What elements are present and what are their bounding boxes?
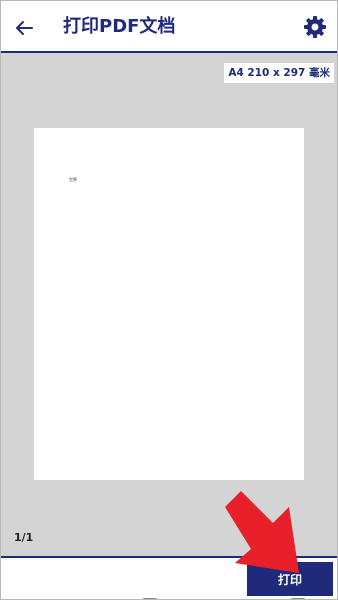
arrow-left-icon [16,21,33,35]
gear-icon [304,16,326,38]
app-screen: 打印PDF文档 A4 210 x 297 毫米 世界 1/1 打印 [0,0,338,600]
sheet-text: 世界 [69,177,77,182]
paper-size-badge: A4 210 x 297 毫米 [224,63,334,83]
page-preview-sheet: 世界 [34,128,304,480]
bottom-action-bar: 打印 [1,556,337,599]
print-preview-area[interactable]: A4 210 x 297 毫米 世界 1/1 [1,53,337,556]
page-title: 打印PDF文档 [63,16,176,37]
page-counter: 1/1 [14,531,34,544]
back-button[interactable] [11,15,37,41]
settings-button[interactable] [303,15,327,39]
app-header: 打印PDF文档 [1,1,337,53]
print-button[interactable]: 打印 [247,562,333,596]
